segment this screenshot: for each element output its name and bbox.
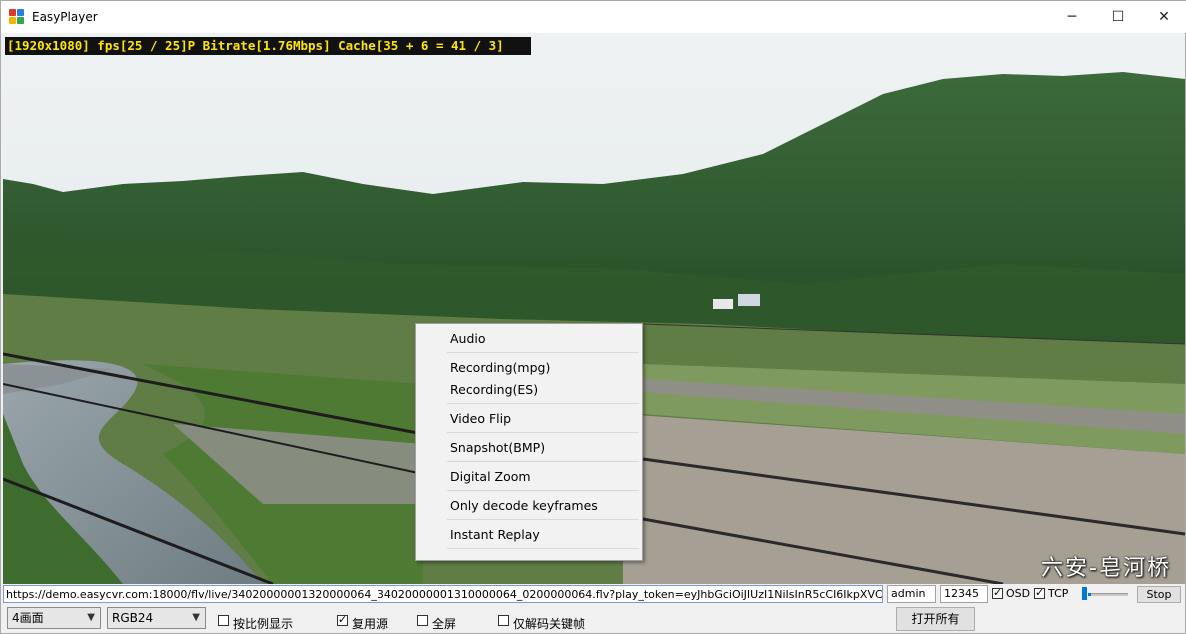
osd-checkbox[interactable] — [992, 586, 1003, 599]
menu-separator — [447, 432, 639, 433]
menu-separator — [447, 352, 639, 353]
aspect-ratio-label: 按比例显示 — [233, 617, 294, 631]
menu-item-recording-mpg[interactable]: Recording(mpg) — [450, 360, 550, 375]
maximize-button[interactable]: ☐ — [1095, 1, 1141, 33]
tcp-checkbox[interactable] — [1034, 586, 1045, 599]
url-input[interactable]: https://demo.easycvr.com:18000/flv/live/… — [3, 585, 883, 603]
menu-item-audio[interactable]: Audio — [450, 331, 486, 346]
menu-separator — [447, 548, 639, 549]
menu-item-digital-zoom[interactable]: Digital Zoom — [450, 469, 531, 484]
osd-label: OSD — [1006, 587, 1031, 600]
stop-button[interactable]: Stop — [1137, 586, 1181, 603]
chevron-down-icon: ▼ — [192, 612, 200, 623]
menu-separator — [447, 490, 639, 491]
context-menu: Audio Recording(mpg) Recording(ES) Video… — [415, 323, 643, 561]
title-bar[interactable]: EasyPlayer ─ ☐ ✕ — [1, 1, 1186, 33]
aspect-ratio-checkbox[interactable] — [218, 615, 229, 626]
chevron-down-icon: ▼ — [87, 612, 95, 623]
reuse-source-checkbox[interactable] — [337, 613, 348, 626]
menu-item-recording-es[interactable]: Recording(ES) — [450, 382, 538, 397]
menu-item-instant-replay[interactable]: Instant Replay — [450, 527, 540, 542]
open-all-button[interactable]: 打开所有 — [896, 607, 975, 631]
menu-item-keyframes[interactable]: Only decode keyframes — [450, 498, 598, 513]
easyplayer-window: EasyPlayer ─ ☐ ✕ [1920x1080] fps[25 / 25… — [0, 0, 1186, 634]
keyframe-only-label: 仅解码关键帧 — [513, 617, 586, 631]
menu-item-snapshot[interactable]: Snapshot(BMP) — [450, 440, 545, 455]
fullscreen-label: 全屏 — [432, 617, 457, 631]
tcp-label: TCP — [1048, 587, 1069, 600]
camera-name-label: 六安-皂河桥 — [1041, 556, 1171, 581]
format-select[interactable]: RGB24 ▼ — [107, 607, 206, 629]
menu-separator — [447, 461, 639, 462]
username-input[interactable]: admin — [887, 585, 936, 603]
window-title: EasyPlayer — [32, 10, 98, 24]
stream-controls: https://demo.easycvr.com:18000/flv/live/… — [1, 584, 1186, 606]
app-icon — [9, 9, 25, 25]
volume-slider-track[interactable] — [1088, 593, 1128, 596]
close-button[interactable]: ✕ — [1141, 1, 1186, 33]
volume-slider-thumb[interactable] — [1082, 587, 1087, 600]
menu-separator — [447, 403, 639, 404]
password-input[interactable]: 12345 — [940, 585, 988, 603]
volume-slider-fill — [1088, 593, 1091, 596]
keyframe-only-checkbox[interactable] — [498, 615, 509, 626]
fullscreen-checkbox[interactable] — [417, 615, 428, 626]
layout-select-value: 4画面 — [12, 611, 44, 625]
layout-select[interactable]: 4画面 ▼ — [7, 607, 101, 629]
menu-item-video-flip[interactable]: Video Flip — [450, 411, 511, 426]
reuse-source-label: 复用源 — [352, 617, 389, 631]
format-select-value: RGB24 — [112, 611, 154, 625]
osd-stats: [1920x1080] fps[25 / 25]P Bitrate[1.76Mb… — [5, 37, 531, 55]
menu-separator — [447, 519, 639, 520]
minimize-button[interactable]: ─ — [1049, 1, 1095, 33]
